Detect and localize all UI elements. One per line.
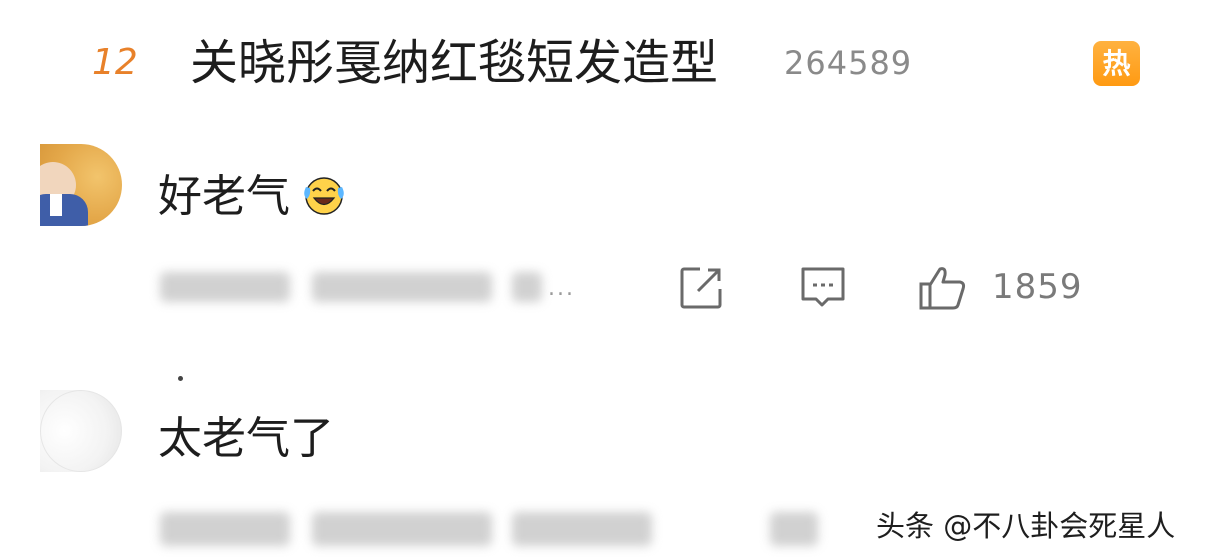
thumbs-up-icon[interactable] <box>918 265 968 311</box>
blurred-meta <box>312 512 492 546</box>
hot-search-title[interactable]: 关晓彤戛纳红毯短发造型 <box>190 32 718 94</box>
rank-number: 12 <box>92 42 138 83</box>
more-ellipsis[interactable]: ... <box>548 276 575 301</box>
hot-search-count: 264589 <box>784 44 913 82</box>
avatar-shirt <box>40 194 88 226</box>
comment-text: 太老气了 <box>158 413 334 464</box>
hot-badge: 热 <box>1093 41 1140 86</box>
blurred-meta <box>160 512 290 546</box>
watermark: 头条 @不八卦会死星人 <box>876 509 1176 543</box>
dot-mark <box>178 376 183 381</box>
laughing-crying-emoji-icon <box>304 177 344 215</box>
like-count: 1859 <box>992 267 1083 307</box>
share-icon[interactable] <box>678 265 724 311</box>
blurred-meta <box>770 512 818 546</box>
blurred-meta <box>312 272 492 302</box>
avatar[interactable] <box>40 390 122 472</box>
avatar-rim <box>40 390 122 472</box>
blurred-meta <box>160 272 290 302</box>
avatar[interactable] <box>40 144 122 226</box>
blurred-meta <box>512 512 652 546</box>
comment-text: 好老气 <box>158 171 290 222</box>
comment-icon[interactable] <box>800 265 846 311</box>
avatar-collar <box>50 194 62 216</box>
blurred-meta <box>512 272 542 302</box>
